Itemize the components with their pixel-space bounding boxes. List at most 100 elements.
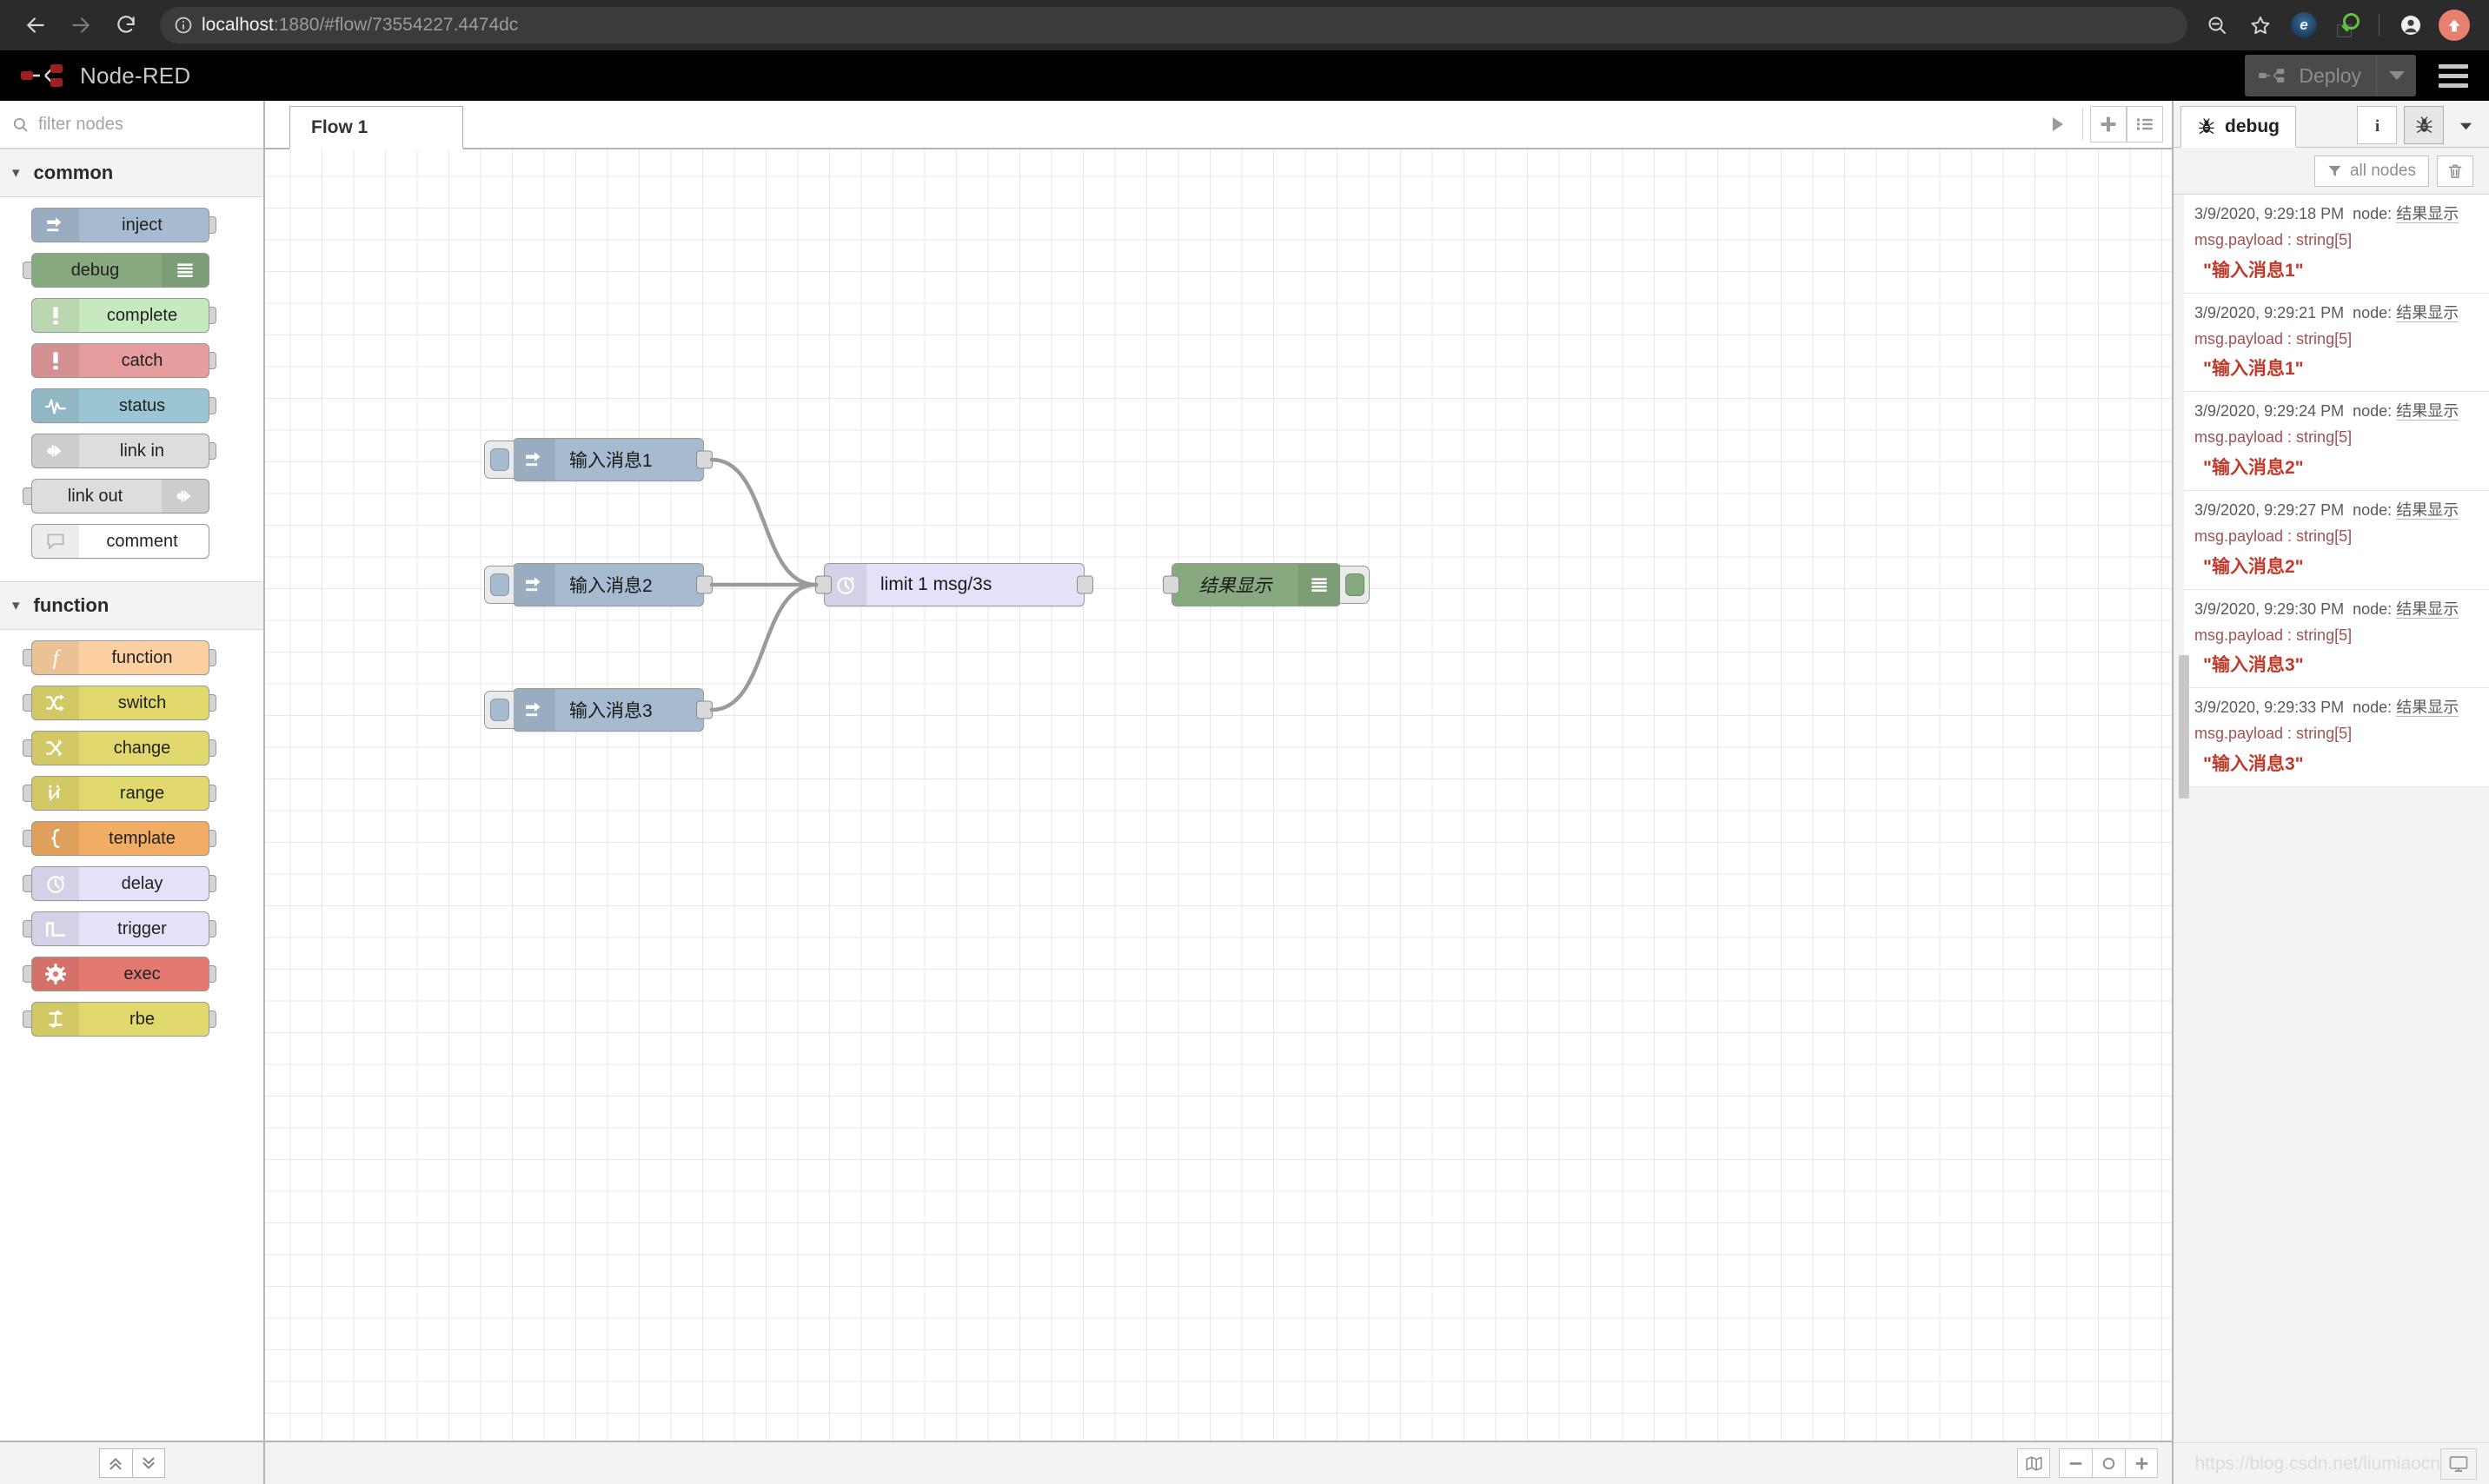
zoom-reset-button[interactable] bbox=[2092, 1448, 2125, 1478]
extension-icon[interactable]: e bbox=[2285, 6, 2323, 44]
palette-node-body[interactable]: switch bbox=[31, 686, 209, 720]
node-input-port[interactable] bbox=[815, 575, 832, 594]
search-input[interactable] bbox=[38, 114, 251, 135]
info-tab-button[interactable]: i bbox=[2357, 106, 2397, 144]
palette-node-body[interactable]: template bbox=[31, 821, 209, 856]
palette-node-body[interactable]: catch bbox=[31, 343, 209, 378]
node-output-port[interactable] bbox=[696, 450, 713, 469]
debug-message-node[interactable]: 结果显示 bbox=[2396, 303, 2459, 322]
reload-icon[interactable] bbox=[106, 5, 146, 45]
canvas-grid[interactable]: 输入消息1 输入消息2 输入消息3 limit 1 msg/3s 结果显示 bbox=[265, 149, 2172, 1441]
debug-message-node[interactable]: 结果显示 bbox=[2396, 699, 2459, 718]
palette-node-function[interactable]: f function bbox=[0, 640, 263, 675]
info-icon[interactable] bbox=[174, 16, 193, 35]
palette-node-catch[interactable]: catch bbox=[0, 343, 263, 378]
node-input-port[interactable] bbox=[1163, 575, 1179, 594]
debug-message[interactable]: 3/9/2020, 9:29:33 PM node: 结果显示 msg.paylo… bbox=[2184, 688, 2489, 788]
palette-node-body[interactable]: link out bbox=[31, 479, 209, 513]
flow-node-inject1[interactable]: 输入消息1 bbox=[484, 438, 713, 481]
palette-category-function[interactable]: ▾ function bbox=[0, 581, 263, 630]
debug-scrollbar[interactable] bbox=[2179, 655, 2189, 798]
palette-node-range[interactable]: range bbox=[0, 776, 263, 811]
node-output-port[interactable] bbox=[696, 575, 713, 594]
flow-canvas[interactable]: 输入消息1 输入消息2 输入消息3 limit 1 msg/3s 结果显示 bbox=[265, 149, 2172, 1441]
deploy-main[interactable]: Deploy bbox=[2245, 55, 2376, 96]
debug-message-list-wrapper[interactable]: 3/9/2020, 9:29:18 PM node: 结果显示 msg.paylo… bbox=[2174, 195, 2489, 1442]
debug-tab-button[interactable] bbox=[2404, 106, 2444, 144]
debug-toggle-button[interactable] bbox=[1340, 566, 1370, 604]
palette-node-template[interactable]: template bbox=[0, 821, 263, 856]
next-flow-button[interactable] bbox=[2039, 106, 2075, 142]
node-output-port[interactable] bbox=[1077, 575, 1093, 594]
palette-node-body[interactable]: f function bbox=[31, 640, 209, 675]
hamburger-menu-icon[interactable] bbox=[2437, 59, 2470, 93]
debug-message[interactable]: 3/9/2020, 9:29:27 PM node: 结果显示 msg.paylo… bbox=[2184, 491, 2489, 590]
palette-node-status[interactable]: status bbox=[0, 388, 263, 423]
debug-message-node[interactable]: 结果显示 bbox=[2396, 501, 2459, 520]
navigator-button[interactable] bbox=[2017, 1448, 2050, 1478]
debug-clear-button[interactable] bbox=[2437, 155, 2473, 187]
tab-debug[interactable]: debug bbox=[2180, 106, 2296, 148]
palette-node-trigger[interactable]: trigger bbox=[0, 911, 263, 946]
palette-node-debug[interactable]: debug bbox=[0, 253, 263, 288]
palette-node-body[interactable]: complete bbox=[31, 298, 209, 333]
palette-category-common[interactable]: ▾ common bbox=[0, 149, 263, 197]
palette-search[interactable] bbox=[0, 101, 263, 149]
palette-node-delay[interactable]: delay bbox=[0, 866, 263, 901]
palette-node-comment[interactable]: comment bbox=[0, 524, 263, 559]
flow-node-delay1[interactable]: limit 1 msg/3s bbox=[815, 563, 1093, 606]
collapse-all-button[interactable] bbox=[98, 1448, 132, 1478]
forward-icon[interactable] bbox=[61, 5, 101, 45]
palette-node-link-out[interactable]: link out bbox=[0, 479, 263, 513]
palette-node-body[interactable]: range bbox=[31, 776, 209, 811]
palette-node-body[interactable]: change bbox=[31, 731, 209, 765]
zoom-out-button[interactable] bbox=[2059, 1448, 2092, 1478]
zoom-in-button[interactable] bbox=[2125, 1448, 2158, 1478]
palette-node-change[interactable]: change bbox=[0, 731, 263, 765]
palette-node-link-in[interactable]: link in bbox=[0, 434, 263, 468]
palette-node-switch[interactable]: switch bbox=[0, 686, 263, 720]
address-bar[interactable]: localhost:1880/#flow/73554227.4474dc bbox=[160, 7, 2187, 43]
debug-message[interactable]: 3/9/2020, 9:29:18 PM node: 结果显示 msg.paylo… bbox=[2184, 195, 2489, 294]
palette-node-body[interactable]: exec bbox=[31, 957, 209, 991]
profile-avatar-icon[interactable] bbox=[2392, 6, 2430, 44]
palette-node-body[interactable]: status bbox=[31, 388, 209, 423]
palette-node-body[interactable]: inject bbox=[31, 208, 209, 242]
palette-node-rbe[interactable]: rbe bbox=[0, 1002, 263, 1037]
deploy-dropdown-button[interactable] bbox=[2376, 55, 2416, 96]
palette-node-body[interactable]: link in bbox=[31, 434, 209, 468]
flow-node-inject2[interactable]: 输入消息2 bbox=[484, 563, 713, 606]
back-icon[interactable] bbox=[16, 5, 56, 45]
sidebar-menu-button[interactable] bbox=[2451, 106, 2480, 144]
palette-node-body[interactable]: rbe bbox=[31, 1002, 209, 1037]
expand-all-button[interactable] bbox=[131, 1448, 165, 1478]
tab-flow-1[interactable]: Flow 1 bbox=[289, 106, 463, 149]
inject-trigger-button[interactable] bbox=[484, 441, 514, 479]
debug-message[interactable]: 3/9/2020, 9:29:21 PM node: 结果显示 msg.paylo… bbox=[2184, 293, 2489, 393]
debug-message-node[interactable]: 结果显示 bbox=[2396, 205, 2459, 223]
zoom-out-icon[interactable] bbox=[2198, 6, 2236, 44]
monitor-button[interactable] bbox=[2440, 1448, 2477, 1480]
update-icon[interactable] bbox=[2435, 6, 2473, 44]
palette-node-body[interactable]: delay bbox=[31, 866, 209, 901]
flow-node-debug1[interactable]: 结果显示 bbox=[1163, 563, 1370, 606]
debug-message[interactable]: 3/9/2020, 9:29:24 PM node: 结果显示 msg.paylo… bbox=[2184, 392, 2489, 492]
palette-node-body[interactable]: trigger bbox=[31, 911, 209, 946]
inject-trigger-button[interactable] bbox=[484, 691, 514, 729]
palette-node-body[interactable]: comment bbox=[31, 524, 209, 559]
add-flow-button[interactable] bbox=[2090, 106, 2127, 142]
node-output-port[interactable] bbox=[696, 700, 713, 719]
palette-node-inject[interactable]: inject bbox=[0, 208, 263, 242]
list-flows-button[interactable] bbox=[2127, 106, 2163, 142]
debug-message-node[interactable]: 结果显示 bbox=[2396, 402, 2459, 421]
bookmark-star-icon[interactable] bbox=[2241, 6, 2280, 44]
flow-node-inject3[interactable]: 输入消息3 bbox=[484, 688, 713, 732]
extension-magnifier-icon[interactable] bbox=[2328, 6, 2366, 44]
debug-filter-button[interactable]: all nodes bbox=[2313, 155, 2429, 187]
palette-node-exec[interactable]: exec bbox=[0, 957, 263, 991]
palette-node-complete[interactable]: complete bbox=[0, 298, 263, 333]
palette-node-body[interactable]: debug bbox=[31, 253, 209, 288]
inject-trigger-button[interactable] bbox=[484, 566, 514, 604]
debug-message-node[interactable]: 结果显示 bbox=[2396, 600, 2459, 619]
deploy-button[interactable]: Deploy bbox=[2245, 55, 2416, 96]
